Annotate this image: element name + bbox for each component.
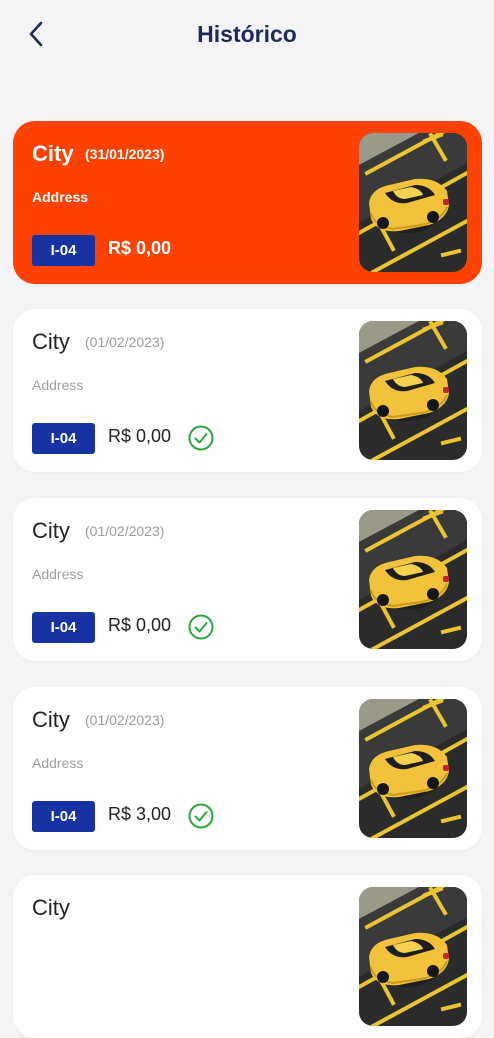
address-label: Address [32,755,84,771]
parking-car-image [359,699,467,838]
parking-car-image [359,321,467,460]
page-title: Histórico [197,21,297,47]
history-card[interactable]: City (01/02/2023) Address I-04 R$ 0,00 [13,498,482,661]
city-label: City [32,518,70,543]
city-label: City [32,141,74,166]
history-card[interactable]: City (31/01/2023) Address I-04 R$ 0,00 [13,121,482,284]
price-label: R$ 3,00 [108,804,172,824]
check-circle-icon [188,803,214,829]
city-label: City [32,707,70,732]
date-label: (01/02/2023) [85,334,165,350]
date-label: (01/02/2023) [85,523,165,539]
address-label: Address [32,377,84,393]
date-label: (31/01/2023) [85,146,165,162]
spot-badge: I-04 [32,612,95,643]
parking-car-image [359,887,467,1026]
history-card[interactable]: City (01/02/2023) Address I-04 R$ 0,00 [13,309,482,472]
price-label: R$ 0,00 [108,238,172,258]
price-label: R$ 0,00 [108,615,172,635]
price-label: R$ 0,00 [108,426,172,446]
history-card[interactable]: City [13,875,482,1038]
address-label: Address [32,566,84,582]
city-label: City [32,329,70,354]
check-circle-icon [188,614,214,640]
history-card[interactable]: City (01/02/2023) Address I-04 R$ 3,00 [13,687,482,850]
address-label: Address [32,189,89,205]
spot-badge: I-04 [32,423,95,454]
header: Histórico [0,0,494,70]
check-circle-icon [188,425,214,451]
city-label: City [32,895,70,920]
parking-car-image [359,510,467,649]
date-label: (01/02/2023) [85,712,165,728]
spot-badge: I-04 [32,801,95,832]
spot-badge: I-04 [32,235,95,266]
parking-car-image [359,133,467,272]
